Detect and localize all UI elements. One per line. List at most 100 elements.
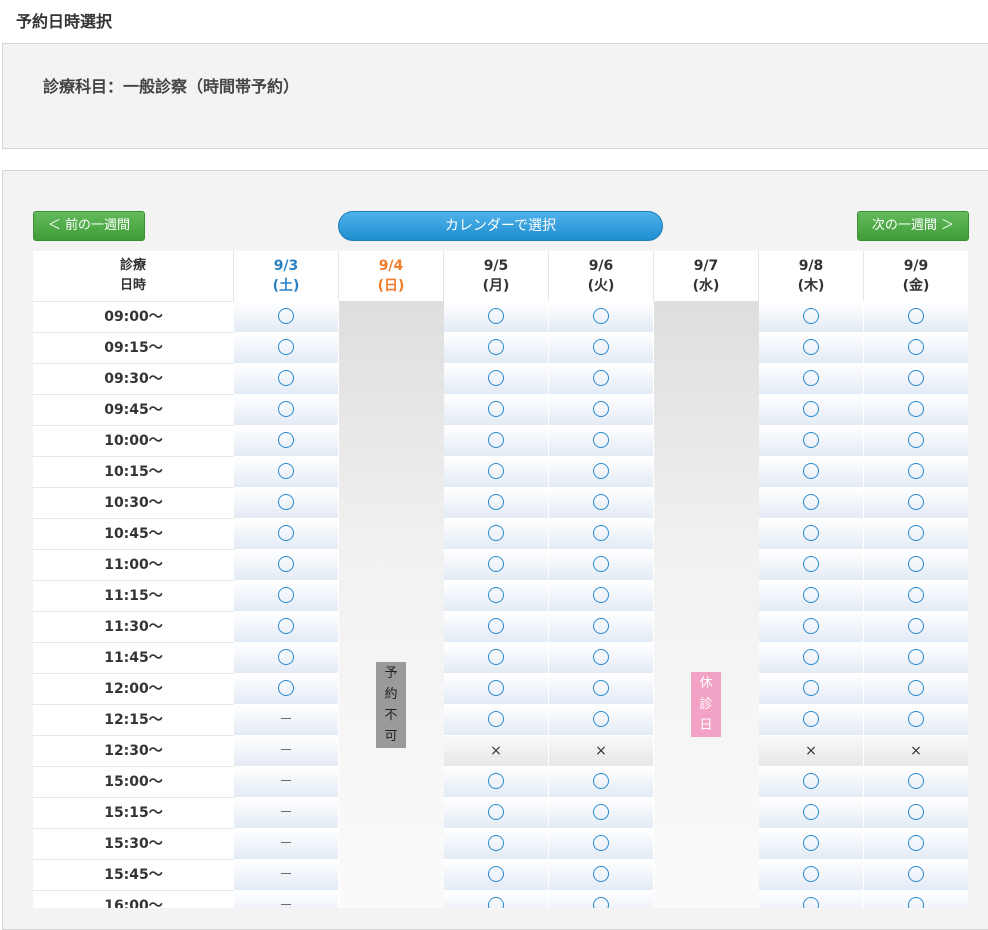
slot-available[interactable]: [444, 425, 549, 456]
slot-available[interactable]: [864, 549, 968, 580]
slot-available[interactable]: [549, 611, 654, 642]
day-header: 9/8 (木): [759, 251, 864, 301]
slot-available[interactable]: [759, 797, 864, 828]
slot-available[interactable]: [864, 766, 968, 797]
available-circle-icon: [593, 649, 609, 665]
next-week-button[interactable]: 次の一週間 ＞: [857, 211, 969, 241]
slot-available[interactable]: [234, 301, 339, 332]
slot-available[interactable]: [759, 642, 864, 673]
slot-available[interactable]: [864, 642, 968, 673]
slot-available[interactable]: [549, 704, 654, 735]
slot-available[interactable]: [444, 859, 549, 890]
slot-available[interactable]: [864, 704, 968, 735]
slot-available[interactable]: [759, 580, 864, 611]
slot-available[interactable]: [759, 363, 864, 394]
slot-available[interactable]: [234, 580, 339, 611]
slot-available[interactable]: [549, 859, 654, 890]
slot-available[interactable]: [444, 797, 549, 828]
slot-available[interactable]: [759, 890, 864, 908]
slot-available[interactable]: [549, 673, 654, 704]
slot-available[interactable]: [549, 549, 654, 580]
slot-available[interactable]: [549, 642, 654, 673]
available-circle-icon: [488, 339, 504, 355]
slot-available[interactable]: [864, 518, 968, 549]
slot-available[interactable]: [444, 704, 549, 735]
slot-available[interactable]: [234, 425, 339, 456]
slot-available[interactable]: [444, 766, 549, 797]
slot-available[interactable]: [759, 859, 864, 890]
slot-available[interactable]: [864, 859, 968, 890]
slot-available[interactable]: [549, 301, 654, 332]
slot-available[interactable]: [759, 673, 864, 704]
available-circle-icon: [908, 866, 924, 882]
slot-available[interactable]: [549, 425, 654, 456]
slot-available[interactable]: [759, 456, 864, 487]
slot-available[interactable]: [759, 332, 864, 363]
slot-available[interactable]: [864, 890, 968, 908]
prev-week-button[interactable]: ＜ 前の一週間: [33, 211, 145, 241]
slot-available[interactable]: [444, 611, 549, 642]
slot-available[interactable]: [549, 890, 654, 908]
slot-available[interactable]: [864, 394, 968, 425]
calendar-select-button[interactable]: カレンダーで選択: [338, 211, 663, 241]
available-circle-icon: [593, 339, 609, 355]
slot-available[interactable]: [864, 332, 968, 363]
slot-available[interactable]: [444, 301, 549, 332]
slot-available[interactable]: [549, 487, 654, 518]
slot-available[interactable]: [549, 797, 654, 828]
slot-available[interactable]: [234, 332, 339, 363]
slot-available[interactable]: [234, 673, 339, 704]
slot-available[interactable]: [759, 828, 864, 859]
slot-available[interactable]: [234, 518, 339, 549]
day-header: 9/9 (金): [864, 251, 968, 301]
slot-available[interactable]: [234, 642, 339, 673]
slot-none: －: [234, 704, 339, 735]
slot-available[interactable]: [864, 487, 968, 518]
slot-available[interactable]: [444, 487, 549, 518]
unavailable-tag-char: 約: [384, 687, 398, 702]
slot-available[interactable]: [444, 518, 549, 549]
slot-available[interactable]: [444, 890, 549, 908]
slot-available[interactable]: [759, 425, 864, 456]
slot-available[interactable]: [234, 611, 339, 642]
slot-available[interactable]: [759, 549, 864, 580]
slot-available[interactable]: [759, 487, 864, 518]
slot-available[interactable]: [444, 363, 549, 394]
slot-available[interactable]: [234, 487, 339, 518]
slot-available[interactable]: [234, 549, 339, 580]
slot-available[interactable]: [864, 363, 968, 394]
slot-available[interactable]: [444, 673, 549, 704]
slot-available[interactable]: [864, 611, 968, 642]
slot-available[interactable]: [759, 394, 864, 425]
slot-available[interactable]: [444, 332, 549, 363]
slot-available[interactable]: [444, 394, 549, 425]
slot-available[interactable]: [444, 828, 549, 859]
slot-available[interactable]: [549, 456, 654, 487]
slot-available[interactable]: [549, 394, 654, 425]
slot-available[interactable]: [234, 394, 339, 425]
slot-available[interactable]: [549, 363, 654, 394]
slot-available[interactable]: [759, 611, 864, 642]
slot-available[interactable]: [759, 766, 864, 797]
slot-available[interactable]: [864, 797, 968, 828]
slot-available[interactable]: [864, 301, 968, 332]
slot-available[interactable]: [864, 580, 968, 611]
slot-available[interactable]: [549, 828, 654, 859]
slot-available[interactable]: [444, 549, 549, 580]
slot-available[interactable]: [549, 518, 654, 549]
slot-available[interactable]: [549, 580, 654, 611]
slot-available[interactable]: [759, 518, 864, 549]
slot-available[interactable]: [549, 332, 654, 363]
slot-available[interactable]: [444, 580, 549, 611]
slot-available[interactable]: [864, 828, 968, 859]
slot-available[interactable]: [864, 673, 968, 704]
slot-available[interactable]: [234, 363, 339, 394]
slot-available[interactable]: [549, 766, 654, 797]
slot-available[interactable]: [759, 301, 864, 332]
slot-available[interactable]: [864, 456, 968, 487]
slot-available[interactable]: [759, 704, 864, 735]
slot-available[interactable]: [444, 456, 549, 487]
slot-available[interactable]: [444, 642, 549, 673]
slot-available[interactable]: [234, 456, 339, 487]
slot-available[interactable]: [864, 425, 968, 456]
